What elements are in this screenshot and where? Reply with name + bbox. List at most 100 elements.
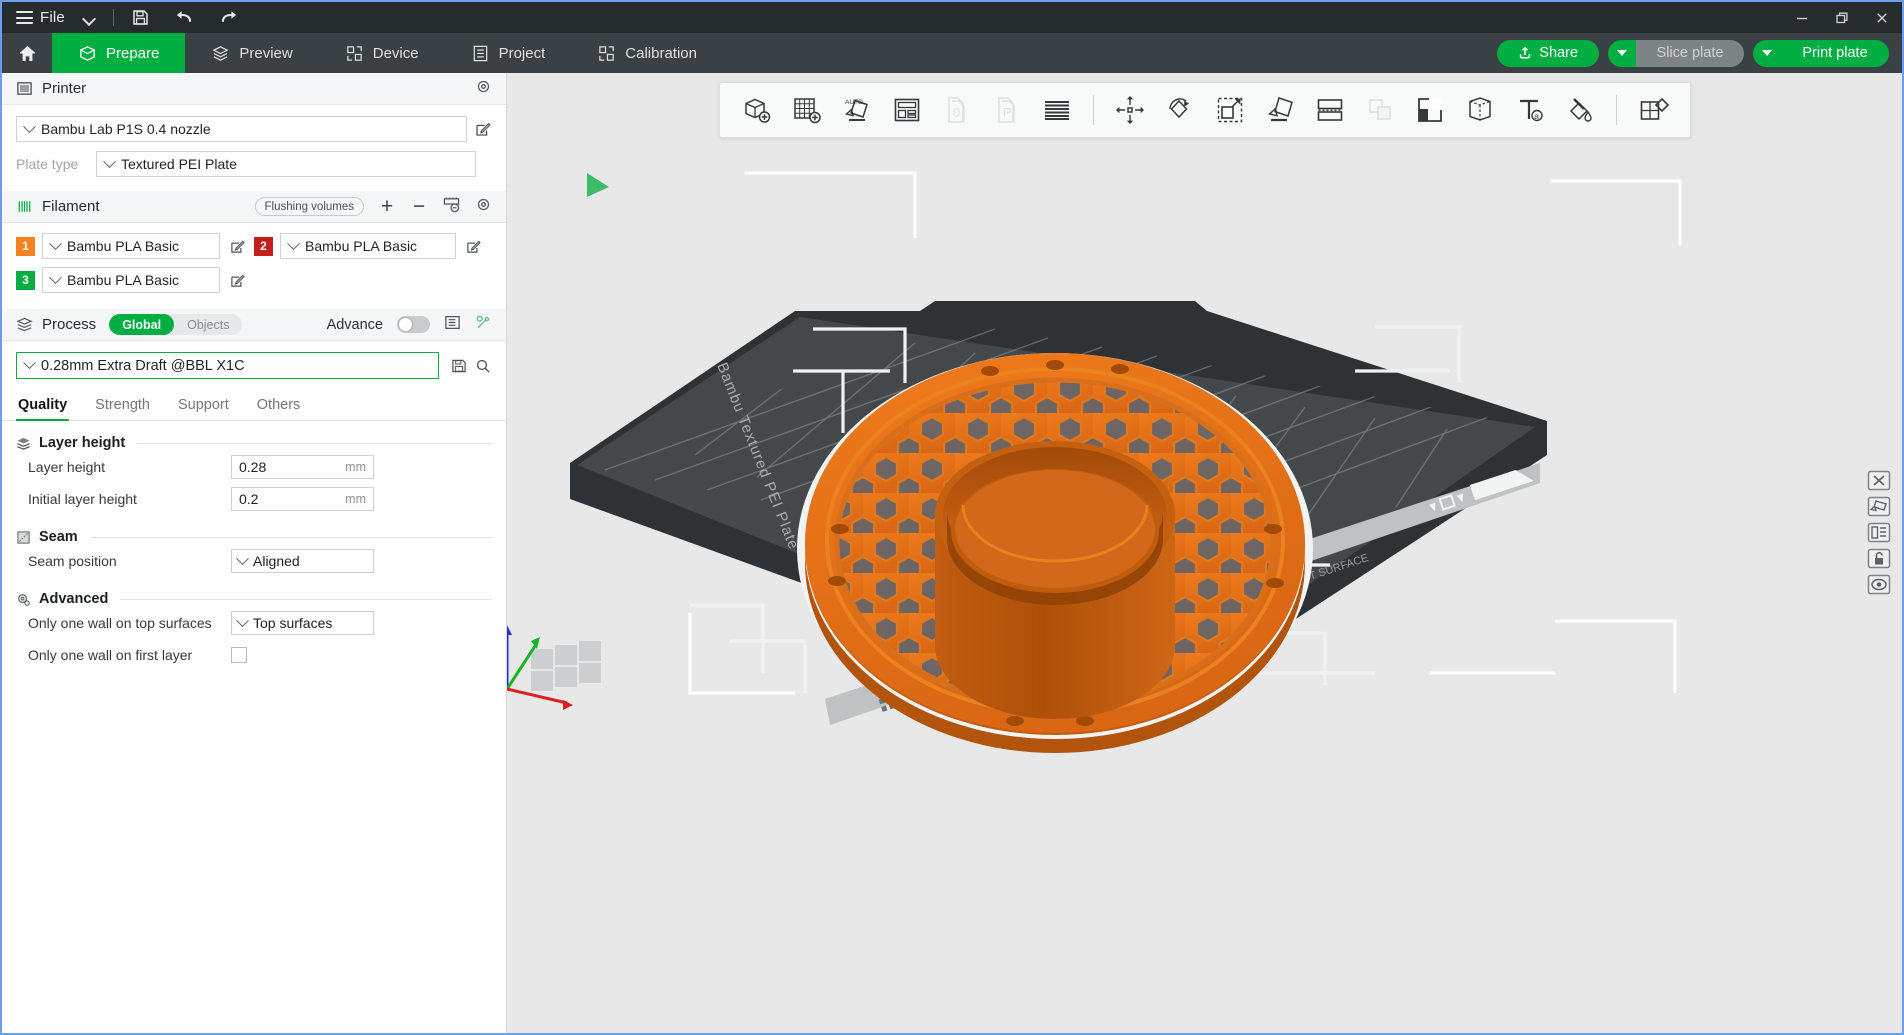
parameter-list-icon[interactable] <box>444 314 461 336</box>
save-preset-icon[interactable] <box>450 357 468 375</box>
close-icon[interactable] <box>1862 2 1902 33</box>
tab-preview[interactable]: Preview <box>185 33 318 73</box>
minimize-icon[interactable] <box>1782 2 1822 33</box>
color-painting-icon[interactable] <box>1457 87 1503 133</box>
add-plate-icon[interactable] <box>784 87 830 133</box>
undo-icon[interactable] <box>174 7 196 29</box>
ams-sync-icon[interactable] <box>442 196 461 218</box>
one-wall-top-surfaces-select[interactable]: Top surfaces <box>231 611 374 635</box>
chevron-down-icon[interactable] <box>81 10 97 26</box>
file-menu-label[interactable]: File <box>40 9 65 26</box>
one-wall-first-layer-checkbox[interactable] <box>231 647 247 663</box>
project-icon <box>473 45 487 61</box>
print-plate-split-button[interactable]: Print plate <box>1753 39 1889 67</box>
auto-arrange-icon[interactable]: AUTO <box>834 87 880 133</box>
restore-icon[interactable] <box>1822 2 1862 33</box>
model-object[interactable] <box>797 353 1313 753</box>
print-plate-button[interactable]: Print plate <box>1781 39 1889 67</box>
cut-icon[interactable] <box>1307 87 1353 133</box>
seam-painting-icon[interactable] <box>1557 87 1603 133</box>
printer-model-select[interactable]: Bambu Lab P1S 0.4 nozzle <box>16 116 467 142</box>
center-cylinder <box>935 441 1175 719</box>
scope-global[interactable]: Global <box>109 314 175 335</box>
rotate-icon[interactable] <box>1157 87 1203 133</box>
sizing-handle-icon[interactable] <box>587 173 609 197</box>
tab-strength[interactable]: Strength <box>93 391 152 420</box>
build-plate-scene[interactable]: PLA/ABS/PETG HOT SURFACE <box>507 133 1875 1013</box>
row-label: Only one wall on first layer <box>28 647 193 663</box>
compare-preset-icon[interactable] <box>475 314 492 336</box>
layout-icon[interactable] <box>884 87 930 133</box>
tab-others[interactable]: Others <box>255 391 303 420</box>
share-button[interactable]: Share <box>1497 39 1599 67</box>
save-icon[interactable] <box>130 7 152 29</box>
viewport-3d[interactable]: AUTO 0 P a HOT SURFACE Bambu Textured PE… <box>507 73 1902 1033</box>
process-preset-value: 0.28mm Extra Draft @BBL X1C <box>41 357 245 374</box>
plate-type-label: Plate type <box>16 156 79 172</box>
slice-dropdown-button[interactable] <box>1608 39 1636 67</box>
scope-objects[interactable]: Objects <box>174 314 242 335</box>
svg-text:a: a <box>1534 111 1539 121</box>
edit-printer-icon[interactable] <box>474 120 492 138</box>
mesh-boolean-icon[interactable] <box>1357 87 1403 133</box>
remove-filament-button[interactable]: − <box>410 196 428 217</box>
support-painting-icon[interactable] <box>1407 87 1453 133</box>
menu-icon[interactable] <box>16 11 33 24</box>
group-title: Seam <box>39 529 78 545</box>
orient-plate-icon[interactable] <box>1866 573 1892 595</box>
seam-position-select[interactable]: Aligned <box>231 549 374 573</box>
assembly-icon[interactable] <box>1630 87 1676 133</box>
print-dropdown-button[interactable] <box>1753 39 1781 67</box>
add-object-icon[interactable] <box>734 87 780 133</box>
one-wall-top-surfaces-value: Top surfaces <box>253 615 333 631</box>
window-controls <box>1782 2 1902 33</box>
slice-plate-split-button[interactable]: Slice plate <box>1608 39 1744 67</box>
arrange-plate-icon[interactable] <box>1866 495 1892 517</box>
filament-select-3[interactable]: Bambu PLA Basic <box>42 267 220 293</box>
filament-select-1[interactable]: Bambu PLA Basic <box>42 233 220 259</box>
home-button[interactable] <box>2 33 52 73</box>
advance-toggle[interactable] <box>397 316 430 333</box>
variable-layer-height-icon[interactable] <box>1034 87 1080 133</box>
plate-type-select[interactable]: Textured PEI Plate <box>96 151 476 177</box>
row-label: Layer height <box>28 459 106 475</box>
lock-plate-icon[interactable] <box>1866 547 1892 569</box>
process-preset-select[interactable]: 0.28mm Extra Draft @BBL X1C <box>16 352 439 379</box>
slice-plate-button[interactable]: Slice plate <box>1636 39 1744 67</box>
plate-settings-icon[interactable] <box>1866 521 1892 543</box>
edit-filament-1-icon[interactable] <box>228 237 246 255</box>
tab-project[interactable]: Project <box>445 33 572 73</box>
layer-height-input[interactable]: 0.28 mm <box>231 455 374 479</box>
tab-support[interactable]: Support <box>176 391 231 420</box>
initial-layer-height-input[interactable]: 0.2 mm <box>231 487 374 511</box>
flushing-volumes-button[interactable]: Flushing volumes <box>254 197 364 216</box>
filament-select-2[interactable]: Bambu PLA Basic <box>280 233 456 259</box>
search-preset-icon[interactable] <box>474 357 492 375</box>
plate-type-value: Textured PEI Plate <box>121 156 237 172</box>
orient-p-icon[interactable]: P <box>984 87 1030 133</box>
tab-calibration[interactable]: Calibration <box>571 33 723 73</box>
chevron-down-icon <box>236 613 249 627</box>
text-icon[interactable]: a <box>1507 87 1553 133</box>
tab-prepare[interactable]: Prepare <box>52 33 186 73</box>
close-plate-icon[interactable] <box>1866 469 1892 491</box>
seam-position-value: Aligned <box>253 553 300 569</box>
bambu-studio-window: File Prepare Preview Device Project Cali… <box>0 0 1904 1035</box>
process-scope-switch[interactable]: Global Objects <box>109 314 243 335</box>
row-label: Initial layer height <box>28 491 137 507</box>
filament-settings-gear-icon[interactable] <box>475 196 492 218</box>
edit-filament-2-icon[interactable] <box>464 237 482 255</box>
place-on-face-icon[interactable] <box>1257 87 1303 133</box>
printer-settings-gear-icon[interactable] <box>475 78 492 100</box>
edit-filament-3-icon[interactable] <box>228 271 246 289</box>
add-filament-button[interactable]: + <box>378 196 396 217</box>
orient-0-icon[interactable]: 0 <box>934 87 980 133</box>
advance-label: Advance <box>326 316 383 333</box>
tab-device[interactable]: Device <box>319 33 445 73</box>
chevron-down-icon <box>23 119 36 133</box>
redo-icon[interactable] <box>218 7 240 29</box>
tab-quality[interactable]: Quality <box>16 391 70 421</box>
move-icon[interactable] <box>1107 87 1153 133</box>
scale-icon[interactable] <box>1207 87 1253 133</box>
device-icon <box>346 45 362 61</box>
